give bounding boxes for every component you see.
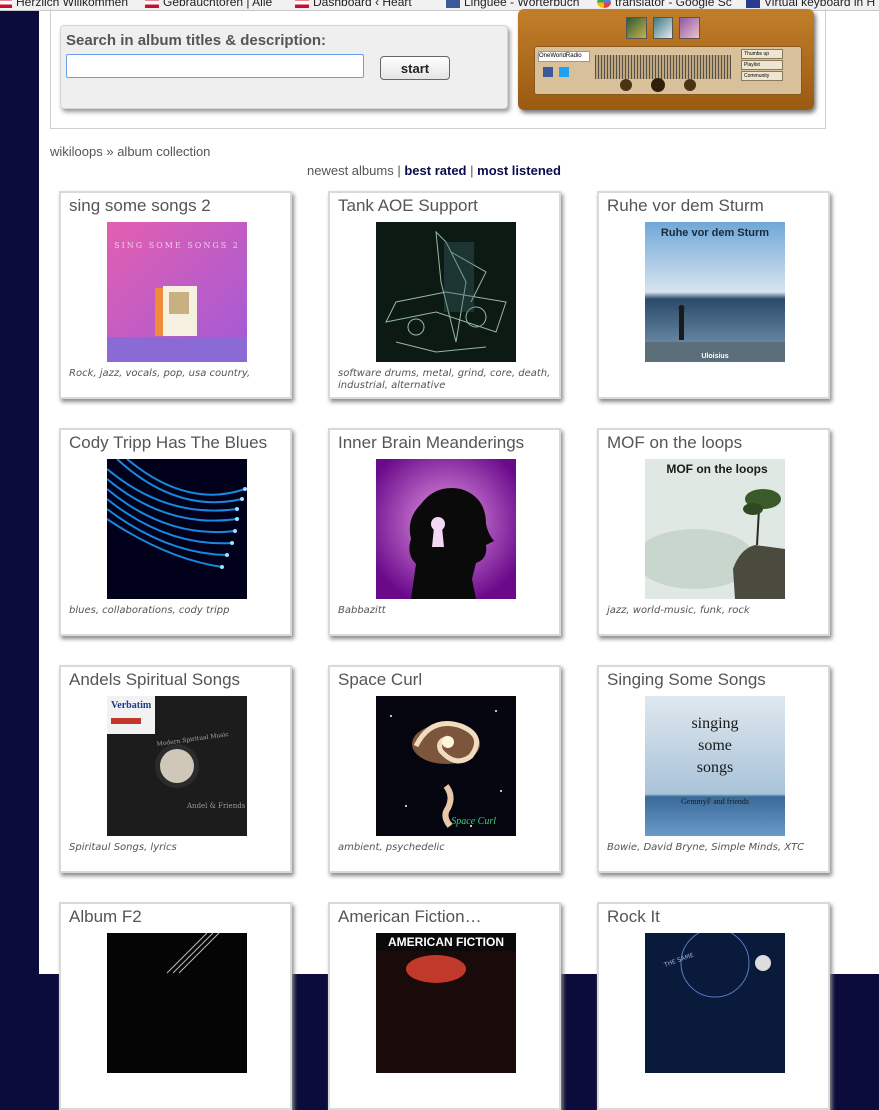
album-card[interactable]: Space Curl Space Curl ambient, psychedel… [328,665,561,873]
album-cover[interactable] [107,933,247,1073]
album-tags: Bowie, David Bryne, Simple Minds, XTC [607,842,805,853]
album-cover[interactable]: THE SAME [645,933,785,1073]
album-cover[interactable]: singing some songs GemmyF and friends [645,696,785,836]
linguee-icon [446,0,460,8]
svg-text:singing: singing [691,715,738,732]
radio-thumbnails [626,17,701,39]
album-title[interactable]: Album F2 [69,907,287,927]
start-button[interactable]: start [380,56,450,80]
next-icon[interactable] [684,79,696,91]
album-cover[interactable]: Ruhe vor dem Sturm Uloisius [645,222,785,362]
album-card[interactable]: Tank AOE Support software drums, metal, … [328,191,561,399]
album-cover[interactable]: Verbatim Modern Spiritual Music Andel & Fr… [107,696,247,836]
album-tags: Babbazitt [338,605,386,616]
svg-text:Uloisius: Uloisius [701,353,728,360]
svg-text:GemmyF and friends: GemmyF and friends [681,797,749,806]
flag-icon [145,0,159,8]
svg-text:AMERICAN FICTION: AMERICAN FICTION [388,935,504,949]
svg-text:MOF on the loops: MOF on the loops [666,462,768,476]
album-card[interactable]: Rock It THE SAME [597,902,830,1110]
flag-icon [295,0,309,8]
album-card[interactable]: American Fiction… AMERICAN FICTION [328,902,561,1110]
svg-text:Space Curl: Space Curl [451,816,496,827]
page-content: Search in album titles & description: st… [39,9,879,1110]
community-button[interactable]: Community [741,71,783,81]
album-title[interactable]: American Fiction… [338,907,556,927]
album-cover[interactable]: AMERICAN FICTION [376,933,516,1073]
album-title[interactable]: Space Curl [338,670,556,690]
album-tags: Rock, jazz, vocals, pop, usa country, [69,368,251,379]
svg-text:songs: songs [697,759,733,776]
album-title[interactable]: sing some songs 2 [69,196,287,216]
album-title[interactable]: Tank AOE Support [338,196,556,216]
svg-text:some: some [698,737,732,754]
album-cover[interactable] [107,459,247,599]
radio-player: OneWorldRadio Thumbs up Playlist Communi… [518,9,814,110]
album-title[interactable]: Andels Spiritual Songs [69,670,287,690]
svg-text:Verbatim: Verbatim [111,700,152,711]
search-input[interactable] [66,54,364,78]
album-card[interactable]: Cody Tripp Has The Blues blues, collabor… [59,428,292,636]
album-title[interactable]: Rock It [607,907,825,927]
radio-thumb[interactable] [626,17,647,39]
svg-text:Andel & Friends: Andel & Friends [186,802,246,810]
album-card[interactable]: Andels Spiritual Songs Verbatim Modern Sp… [59,665,292,873]
search-label: Search in album titles & description: [66,32,327,49]
thumbs-up-button[interactable]: Thumbs up [741,49,783,59]
album-cover[interactable] [376,459,516,599]
album-tags: Spiritaul Songs, lyrics [69,842,177,853]
flag-icon [0,0,12,8]
album-card[interactable]: Ruhe vor dem Sturm Ruhe vor dem Sturm Ulo… [597,191,830,399]
album-tags: software drums, metal, grind, core, deat… [338,368,551,391]
album-cover[interactable] [376,222,516,362]
album-title[interactable]: Singing Some Songs [607,670,825,690]
radio-thumb[interactable] [679,17,701,39]
svg-text:Ruhe vor dem Sturm: Ruhe vor dem Sturm [661,227,769,239]
facebook-icon[interactable] [543,67,553,77]
album-cover[interactable]: MOF on the loops [645,459,785,599]
album-title[interactable]: MOF on the loops [607,433,825,453]
album-tags: blues, collaborations, cody tripp [69,605,230,616]
prev-icon[interactable] [620,79,632,91]
tab-most-listened[interactable]: most listened [477,163,561,178]
album-cover[interactable]: SING SOME SONGS 2 [107,222,247,362]
album-card[interactable]: sing some songs 2 SING SOME SONGS 2 Rock… [59,191,292,399]
station-select[interactable]: OneWorldRadio [538,51,590,62]
album-title[interactable]: Inner Brain Meanderings [338,433,556,453]
google-translate-icon [597,0,611,8]
radio-panel: OneWorldRadio Thumbs up Playlist Communi… [534,46,802,95]
search-panel: Search in album titles & description: st… [60,25,508,109]
album-title[interactable]: Ruhe vor dem Sturm [607,196,825,216]
album-card[interactable]: Singing Some Songs singing some songs Gemmy… [597,665,830,873]
waveform [595,55,731,79]
album-card[interactable]: Album F2 [59,902,292,1110]
album-cover[interactable]: Space Curl [376,696,516,836]
twitter-icon[interactable] [559,67,569,77]
playlist-button[interactable]: Playlist [741,60,783,70]
svg-text:SING SOME SONGS 2: SING SOME SONGS 2 [114,241,240,250]
tab-best-rated[interactable]: best rated [404,163,466,178]
play-icon[interactable] [651,78,665,92]
album-tags: jazz, world-music, funk, rock [607,605,750,616]
breadcrumb: wikiloops » album collection [50,144,211,159]
album-tabs: newest albums | best rated | most listen… [307,163,561,178]
keyboard-icon [746,0,760,8]
album-tags: ambient, psychedelic [338,842,445,853]
album-card[interactable]: MOF on the loops MOF on the loops jazz, … [597,428,830,636]
album-card[interactable]: Inner Brain Meanderings Babbazitt [328,428,561,636]
radio-thumb[interactable] [652,17,674,39]
album-title[interactable]: Cody Tripp Has The Blues [69,433,287,453]
tab-newest[interactable]: newest albums [307,163,394,178]
